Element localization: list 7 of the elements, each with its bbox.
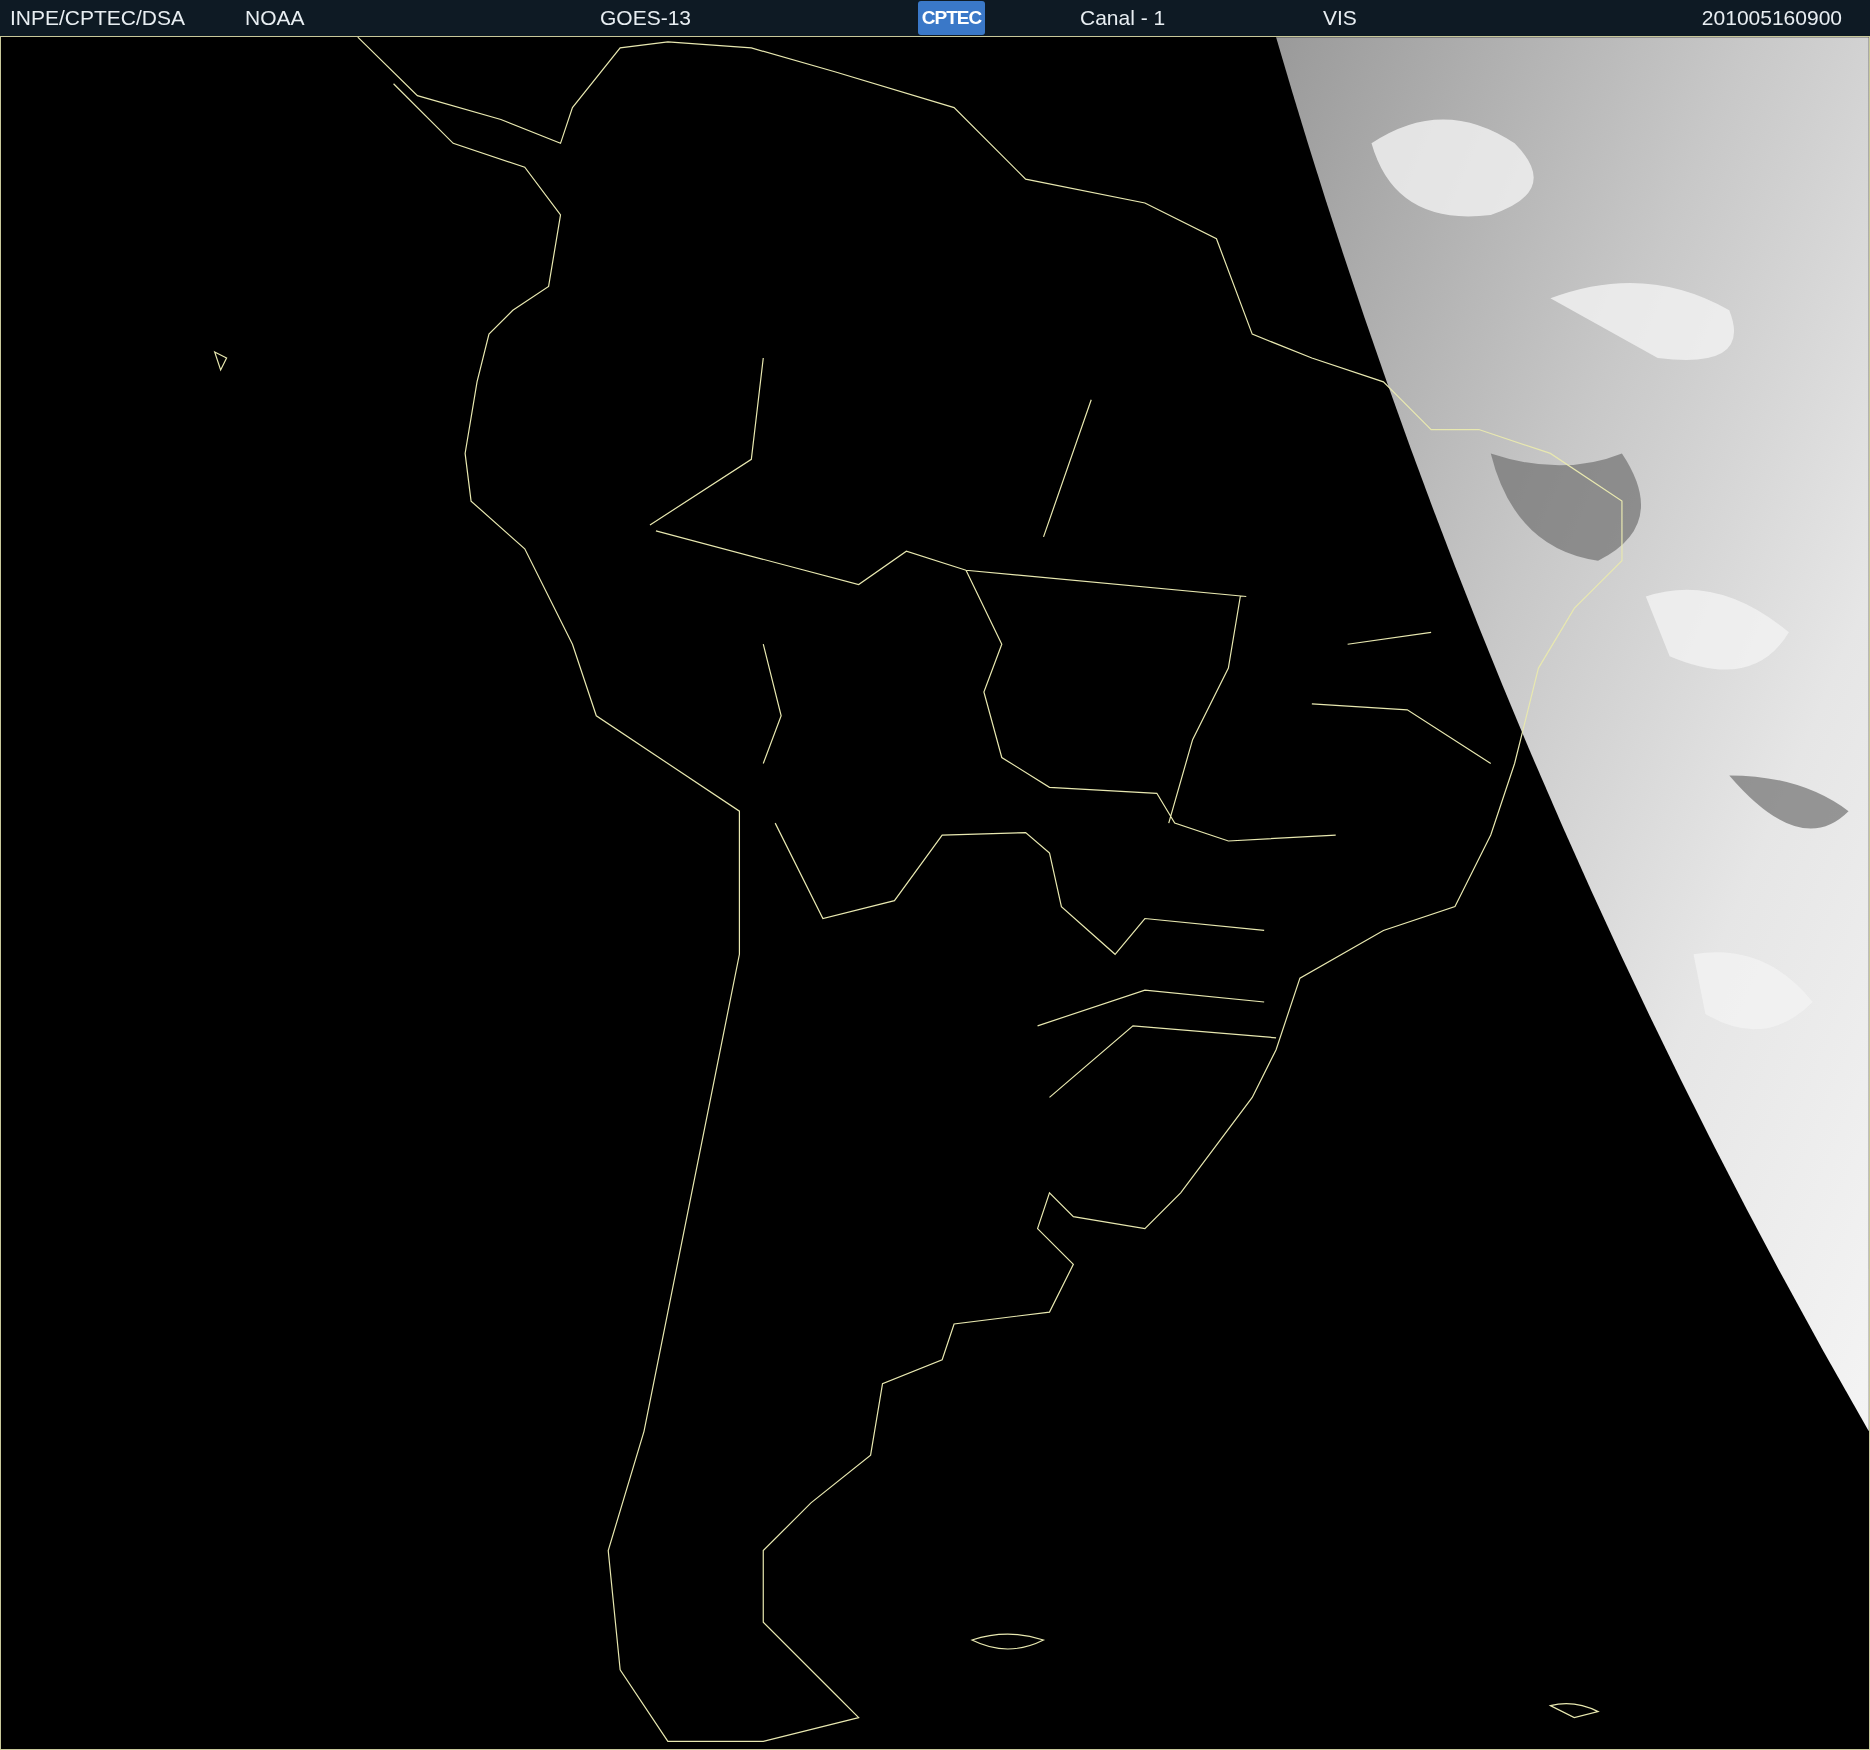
header-label: NOAA [245,5,305,32]
logo: CPTEC [918,1,985,35]
timestamp: 201005160900 [1701,5,1842,32]
header-label: INPE/CPTEC/DSA [10,5,186,32]
header-label: GOES-13 [600,5,692,32]
header-label: Canal - 1 [1080,5,1166,32]
header-label: VIS [1323,5,1357,32]
